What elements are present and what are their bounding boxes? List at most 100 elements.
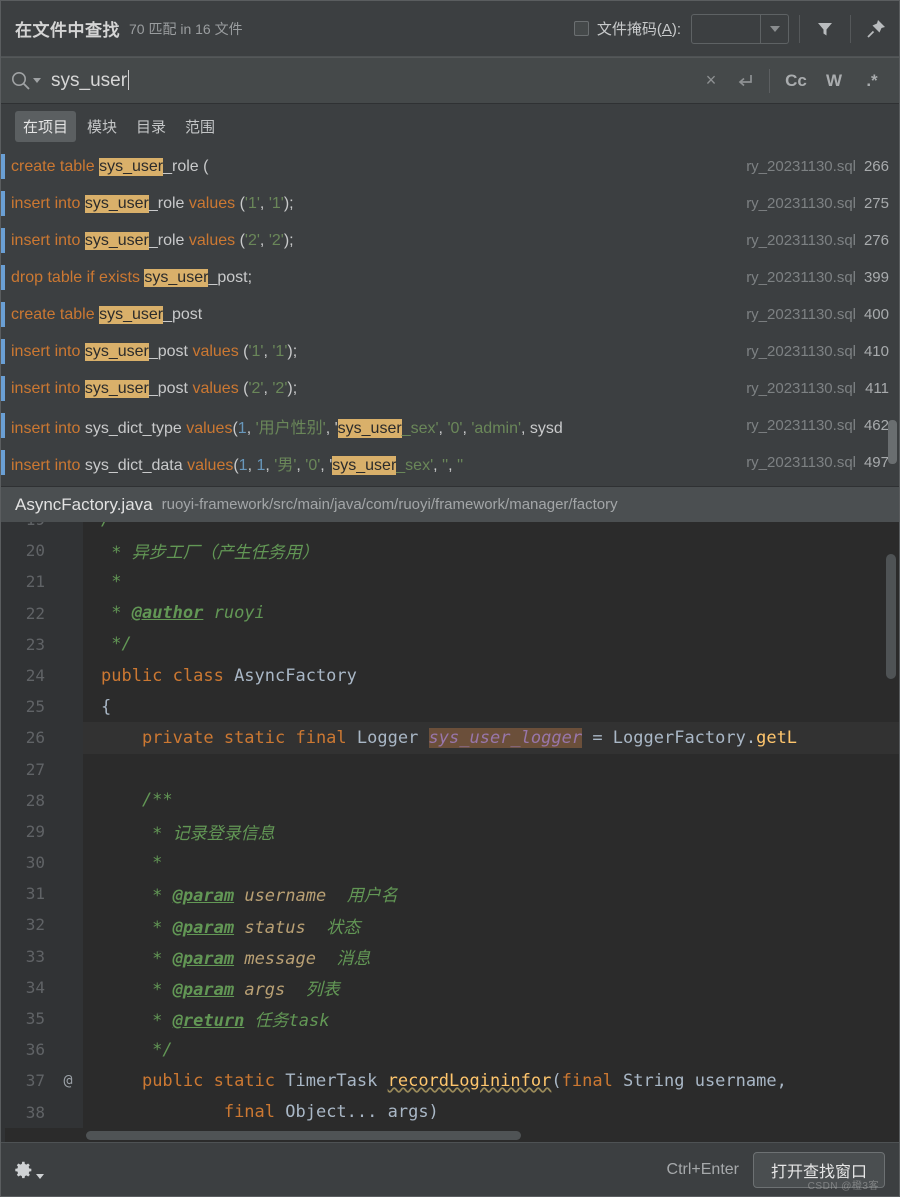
search-input[interactable]: sys_user — [51, 69, 696, 92]
code-text: { — [101, 696, 112, 717]
annotation-marker[interactable]: @ — [53, 1065, 83, 1097]
line-number: 27 — [1, 753, 53, 785]
shortcut-hint: Ctrl+Enter — [666, 1160, 739, 1178]
table-row[interactable]: insert into sys_dict_data values(1, 1, '… — [1, 444, 899, 481]
result-line-number: 399 — [863, 269, 889, 286]
code-text: * @author ruoyi — [101, 603, 265, 624]
gutter-spacer — [53, 878, 83, 910]
gutter-spacer — [53, 659, 83, 692]
scope-tab-2[interactable]: 目录 — [128, 111, 174, 142]
line-number: 32 — [1, 909, 53, 941]
result-text: insert into sys_user_role values ('2', '… — [11, 231, 294, 250]
code-line: 31 * @param username 用户名 — [1, 878, 899, 910]
file-mask-checkbox[interactable] — [573, 21, 589, 36]
code-text: final Object... args) — [223, 1102, 439, 1123]
scope-tab-3[interactable]: 范围 — [177, 111, 223, 142]
result-file-name: ry_20231130.sql — [746, 417, 856, 434]
row-marker — [1, 413, 5, 438]
table-row[interactable]: insert into sys_user_post values ('2', '… — [1, 370, 899, 407]
chevron-down-icon — [769, 25, 780, 32]
match-highlight: sys_user — [84, 342, 149, 361]
clear-search-button[interactable]: × — [696, 66, 726, 96]
gutter-spacer — [53, 940, 83, 972]
line-number: 38 — [1, 1096, 53, 1128]
regex-toggle[interactable]: .* — [855, 66, 889, 96]
result-line-number: 462 — [863, 417, 889, 434]
line-number: 19 — [1, 522, 53, 536]
results-scrollbar[interactable] — [888, 420, 897, 464]
open-find-window-button[interactable]: 打开查找窗口 — [753, 1151, 885, 1188]
preview-file-header[interactable]: AsyncFactory.java ruoyi-framework/src/ma… — [1, 486, 899, 522]
settings-button[interactable] — [13, 1159, 44, 1181]
preview-file-path: ruoyi-framework/src/main/java/com/ruoyi/… — [161, 496, 618, 513]
header-divider — [799, 14, 800, 43]
code-line: 38 final Object... args) — [1, 1096, 899, 1128]
line-number: 24 — [1, 659, 53, 692]
editor-vertical-scrollbar[interactable] — [886, 554, 896, 679]
match-summary: 70 匹配 in 16 文件 — [129, 20, 243, 37]
reset-search-button[interactable] — [730, 66, 760, 96]
text-caret — [128, 69, 130, 90]
code-text: */ — [101, 1039, 173, 1060]
code-line: 26 private static final Logger sys_user_… — [1, 722, 899, 754]
result-line-number: 410 — [863, 343, 889, 360]
code-line: 20 * 异步工厂（产生任务用） — [1, 535, 899, 567]
file-mask-input[interactable] — [692, 15, 760, 43]
search-actions: × Cc W .* — [696, 66, 889, 96]
page-title: 在文件中查找 — [15, 21, 120, 40]
whole-words-toggle[interactable]: W — [817, 66, 851, 96]
search-results-list[interactable]: create table sys_user_role (ry_20231130.… — [1, 148, 899, 486]
code-preview[interactable]: 19/**20 * 异步工厂（产生任务用）21 *22 * @author ru… — [1, 522, 899, 1142]
code-line: 27 — [1, 753, 899, 785]
result-file-name: ry_20231130.sql — [746, 343, 856, 360]
table-row[interactable]: create table sys_user_post ry_20231130.sq… — [1, 296, 899, 333]
table-row[interactable]: insert into sys_user_role values ('2', '… — [1, 222, 899, 259]
filter-button[interactable] — [810, 14, 840, 44]
match-highlight: sys_user — [99, 157, 164, 176]
line-number: 20 — [1, 535, 53, 567]
search-input-value: sys_user — [51, 69, 128, 91]
code-line: 30 * — [1, 847, 899, 879]
line-number: 21 — [1, 566, 53, 598]
table-row[interactable]: insert into sys_user_role values ('1', '… — [1, 185, 899, 222]
file-mask-group: 文件掩码(A): — [573, 13, 789, 44]
file-mask-dropdown-arrow[interactable] — [760, 14, 788, 43]
gear-icon — [15, 1161, 32, 1178]
result-text: insert into sys_dict_data values(1, 1, '… — [11, 455, 464, 475]
editor-horizontal-scrollbar[interactable] — [86, 1131, 521, 1140]
gutter-spacer — [53, 1096, 83, 1128]
search-bar: sys_user × Cc W .* — [1, 57, 899, 104]
table-row[interactable]: insert into sys_user_post values ('1', '… — [1, 333, 899, 370]
table-row[interactable]: create table sys_user_role (ry_20231130.… — [1, 148, 899, 185]
code-text: * @param args 列表 — [101, 979, 340, 1000]
match-case-toggle[interactable]: Cc — [779, 66, 813, 96]
code-text: * 异步工厂（产生任务用） — [101, 543, 319, 564]
result-line-number: 276 — [863, 232, 889, 249]
gutter-spacer — [53, 753, 83, 785]
code-line: 25 { — [1, 691, 899, 723]
search-icon — [12, 72, 30, 90]
table-row[interactable]: drop table if exists sys_user_post; ry_20… — [1, 259, 899, 296]
editor-gutter-strip — [1, 522, 5, 1142]
result-line-number: 400 — [863, 306, 889, 323]
row-marker — [1, 376, 5, 401]
code-line: 36 */ — [1, 1034, 899, 1066]
scope-tab-1[interactable]: 模块 — [79, 111, 125, 142]
code-text: public class AsyncFactory — [101, 665, 357, 686]
match-highlight: sys_user_logger — [428, 727, 583, 748]
result-file-name: ry_20231130.sql — [746, 158, 856, 175]
search-dropdown-button[interactable] — [10, 70, 41, 91]
code-line: 33 * @param message 消息 — [1, 940, 899, 972]
code-text: * @return 任务task — [101, 1011, 330, 1032]
line-number: 22 — [1, 597, 53, 629]
code-line: 37 @ public static TimerTask recordLogini… — [1, 1065, 899, 1097]
code-line: 34 * @param args 列表 — [1, 971, 899, 1003]
code-text: * @param status 状态 — [101, 917, 361, 938]
gutter-spacer — [53, 1003, 83, 1035]
pin-button[interactable] — [861, 14, 891, 44]
scope-tab-0[interactable]: 在项目 — [15, 110, 77, 142]
file-mask-combo[interactable] — [691, 13, 789, 44]
table-row[interactable]: insert into sys_dict_type values(1, '用户性… — [1, 407, 899, 444]
row-marker — [1, 265, 5, 290]
match-highlight: sys_user — [332, 455, 397, 475]
